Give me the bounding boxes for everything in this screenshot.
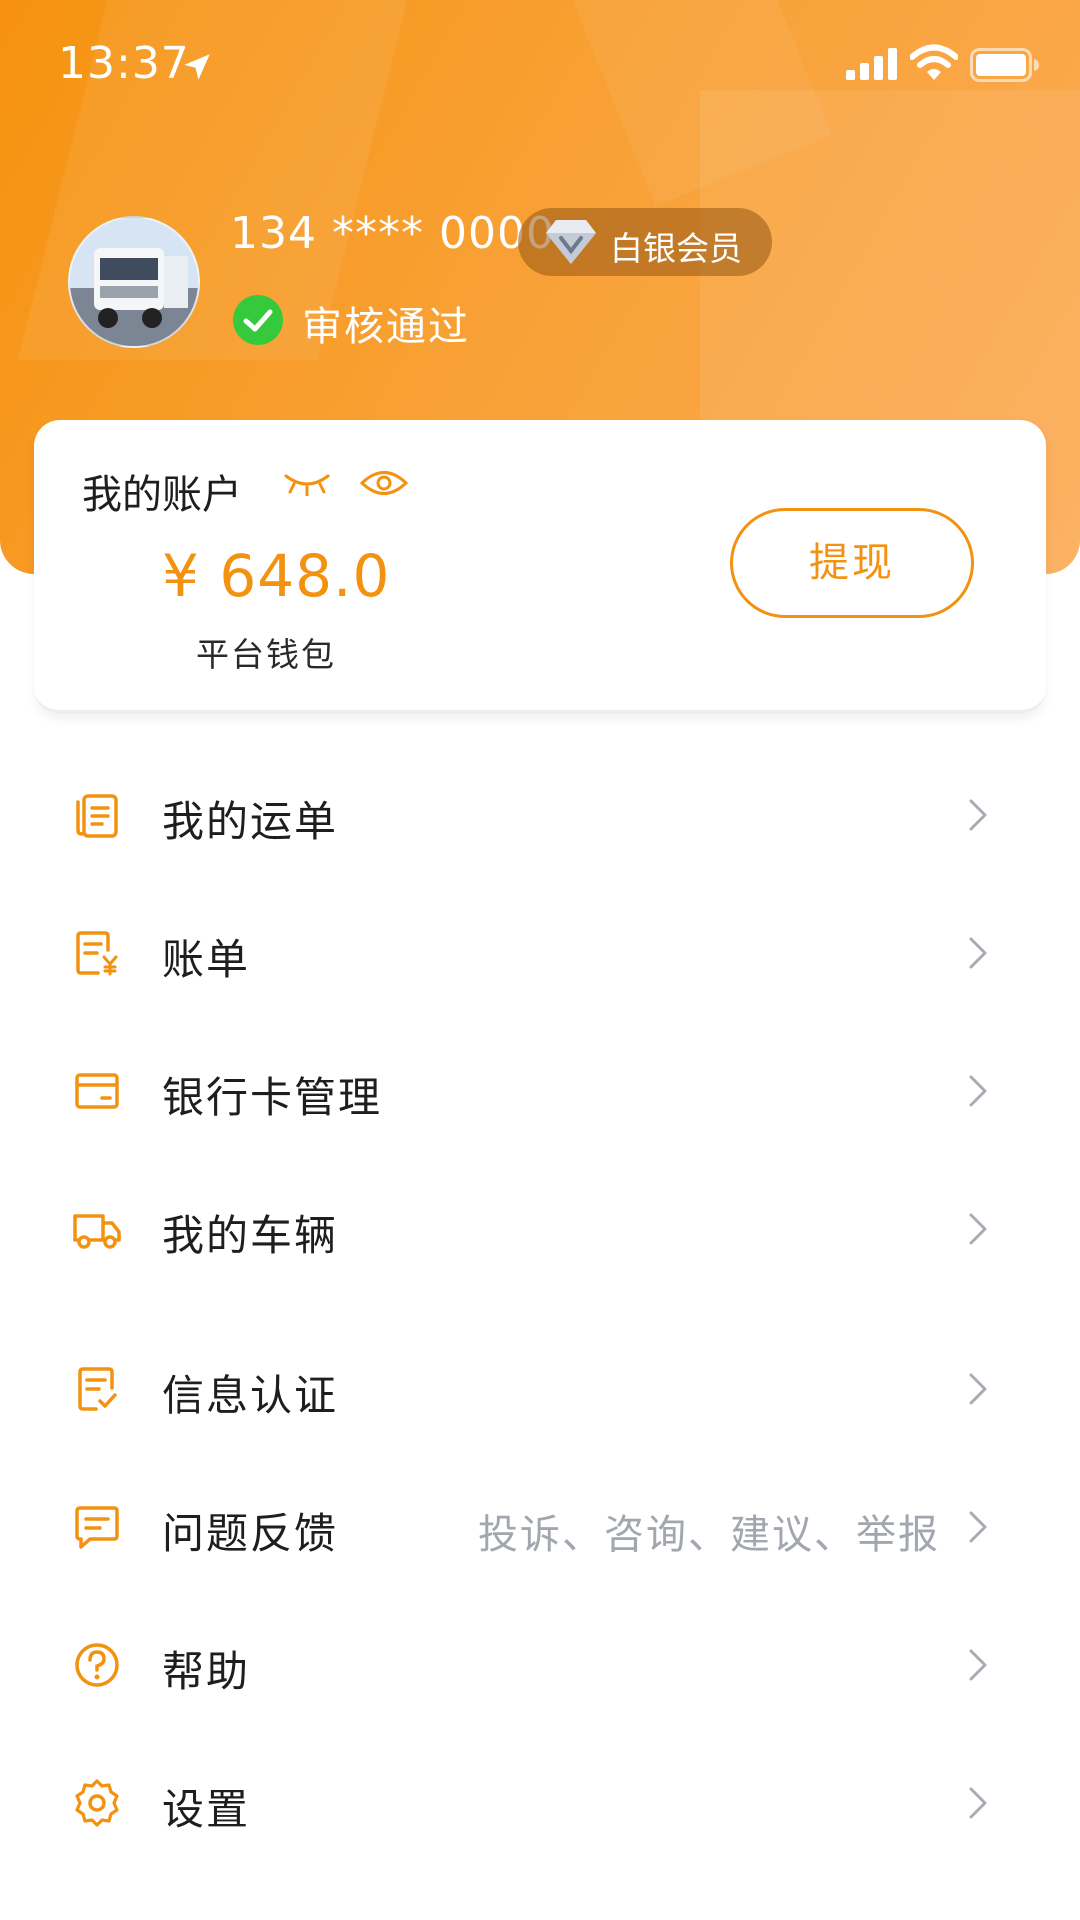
- status-bar: 13:37: [0, 0, 1080, 130]
- wifi-icon: [910, 44, 958, 80]
- bank-card-icon: [75, 1073, 119, 1109]
- avatar[interactable]: [68, 216, 200, 348]
- withdraw-button[interactable]: 提现: [730, 508, 974, 618]
- eye-closed-icon[interactable]: [284, 472, 330, 496]
- menu-item-label: 账单: [162, 935, 251, 984]
- menu-item-bills[interactable]: 账单: [0, 900, 1080, 1000]
- chevron-right-icon: [969, 1373, 987, 1405]
- verification-status: 审核通过: [302, 304, 470, 350]
- chevron-right-icon: [969, 937, 987, 969]
- location-arrow-icon: [184, 54, 210, 80]
- chevron-right-icon: [969, 1213, 987, 1245]
- phone-number: 134 **** 0000: [230, 208, 555, 259]
- eye-open-icon[interactable]: [360, 468, 408, 498]
- menu-item-label: 帮助: [162, 1647, 251, 1696]
- feedback-icon: [75, 1506, 119, 1549]
- menu-item-label: 信息认证: [162, 1371, 339, 1420]
- chevron-right-icon: [969, 1511, 987, 1543]
- menu-item-my-vehicles[interactable]: 我的车辆: [0, 1176, 1080, 1276]
- diamond-icon: [546, 220, 596, 264]
- settings-icon: [75, 1779, 119, 1827]
- chevron-right-icon: [969, 1075, 987, 1107]
- truck-icon: [73, 1214, 121, 1249]
- menu-item-settings[interactable]: 设置: [0, 1750, 1080, 1850]
- menu-item-feedback[interactable]: 问题反馈 投诉、咨询、建议、举报: [0, 1474, 1080, 1574]
- menu-item-help[interactable]: 帮助: [0, 1612, 1080, 1712]
- status-time: 13:37: [58, 38, 190, 89]
- waybill-icon: [76, 794, 118, 838]
- menu-item-my-waybills[interactable]: 我的运单: [0, 762, 1080, 862]
- truck-photo-icon: [70, 218, 198, 346]
- menu-item-label: 问题反馈: [162, 1509, 339, 1558]
- chevron-right-icon: [969, 799, 987, 831]
- check-circle-icon: [233, 295, 283, 345]
- feedback-hint: 投诉、咨询、建议、举报: [478, 1512, 940, 1558]
- chevron-right-icon: [969, 1787, 987, 1819]
- membership-label: 白银会员: [610, 229, 742, 268]
- menu-item-label: 银行卡管理: [162, 1073, 383, 1122]
- menu-item-label: 我的运单: [162, 797, 339, 846]
- chevron-right-icon: [969, 1649, 987, 1681]
- battery-icon: [970, 48, 1039, 82]
- bill-icon: [76, 931, 118, 976]
- menu-item-label: 设置: [162, 1785, 251, 1834]
- menu-item-certification[interactable]: 信息认证: [0, 1336, 1080, 1436]
- membership-badge[interactable]: 白银会员: [518, 208, 772, 276]
- wallet-balance: ¥ 648.0: [162, 542, 391, 610]
- account-card: 我的账户 ¥ 648.0 平台钱包 提现: [34, 420, 1046, 714]
- cellular-signal-icon: [846, 48, 897, 80]
- menu-item-bank-cards[interactable]: 银行卡管理: [0, 1038, 1080, 1138]
- help-icon: [75, 1643, 119, 1687]
- account-title: 我的账户: [82, 472, 242, 518]
- wallet-label: 平台钱包: [196, 635, 336, 674]
- certification-icon: [78, 1367, 117, 1411]
- menu-item-label: 我的车辆: [162, 1211, 339, 1260]
